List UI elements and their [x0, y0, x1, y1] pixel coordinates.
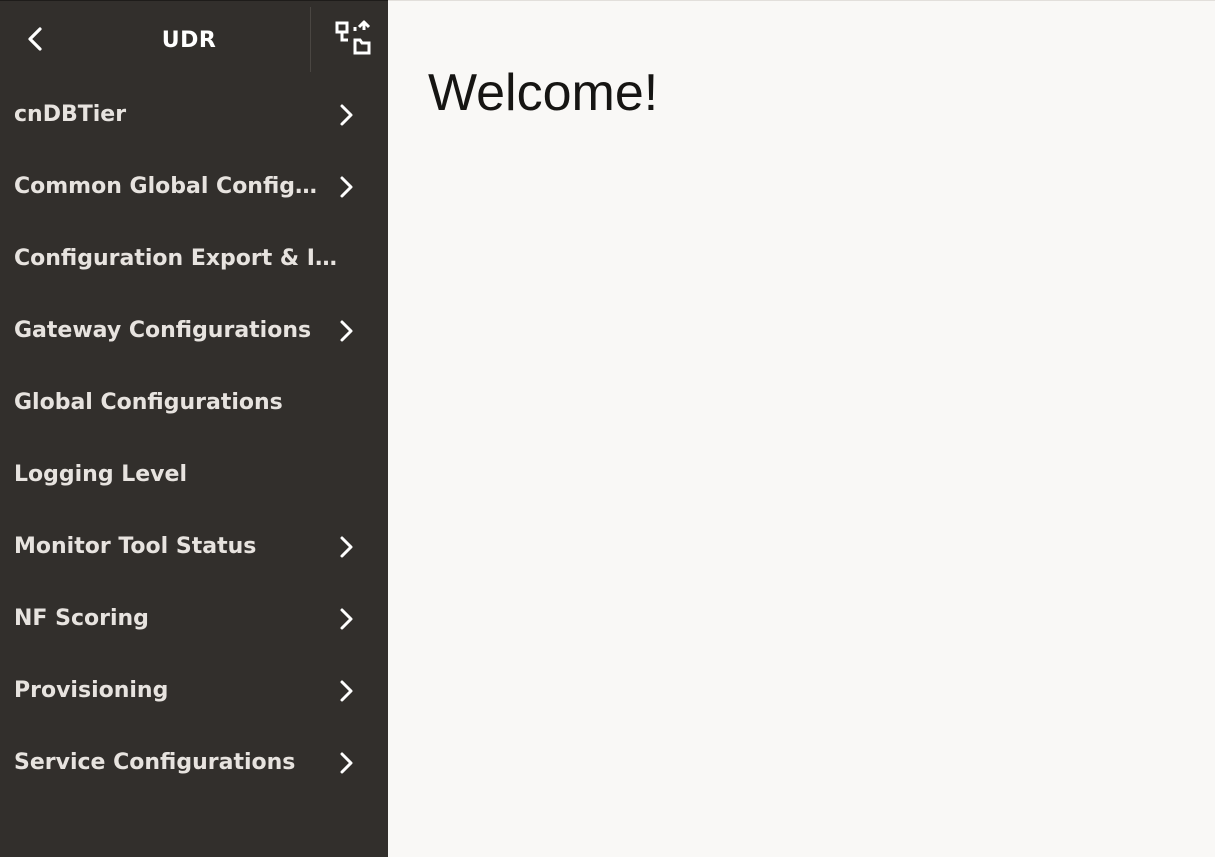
sidebar-item-label: Gateway Configurations [14, 318, 312, 343]
page-title: Welcome! [428, 64, 659, 122]
chevron-left-icon [22, 23, 50, 55]
sidebar-item-label: cnDBTier [14, 102, 127, 127]
sidebar-item-label: Service Configurations [14, 750, 296, 775]
sidebar-item-cndbtier[interactable]: cnDBTier [0, 79, 388, 151]
sidebar-item-label: NF Scoring [14, 606, 149, 631]
sidebar-item-common-global-configurations[interactable]: Common Global Configurations [0, 151, 388, 223]
sidebar-item-label: Global Configurations [14, 390, 283, 415]
sidebar-title: UDR [161, 28, 217, 53]
main-content: Welcome! [388, 0, 1215, 857]
header-divider [310, 7, 311, 72]
switch-view-button[interactable] [334, 19, 374, 59]
chevron-right-icon [336, 606, 356, 632]
sidebar-item-global-configurations[interactable]: Global Configurations [0, 367, 388, 439]
nav-list: cnDBTier Common Global Configurations Co… [0, 79, 388, 799]
app-window: UDR cnDBTier Common Global Configur Conf… [0, 0, 1215, 857]
sidebar-item-configuration-export-import[interactable]: Configuration Export & Import [0, 223, 388, 295]
sidebar-item-service-configurations[interactable]: Service Configurations [0, 727, 388, 799]
chevron-right-icon [336, 534, 356, 560]
sidebar-item-label: Common Global Configurations [14, 174, 326, 199]
sidebar-item-monitor-tool-status[interactable]: Monitor Tool Status [0, 511, 388, 583]
chevron-right-icon [336, 678, 356, 704]
sidebar-item-label: Configuration Export & Import [14, 246, 344, 271]
chevron-right-icon [336, 318, 356, 344]
sidebar-item-label: Logging Level [14, 462, 187, 487]
chevron-right-icon [336, 750, 356, 776]
sidebar-header: UDR [0, 0, 388, 79]
sidebar-item-gateway-configurations[interactable]: Gateway Configurations [0, 295, 388, 367]
switch-view-icon [334, 20, 374, 63]
chevron-right-icon [336, 102, 356, 128]
sidebar-item-provisioning[interactable]: Provisioning [0, 655, 388, 727]
sidebar-item-logging-level[interactable]: Logging Level [0, 439, 388, 511]
sidebar-item-label: Monitor Tool Status [14, 534, 257, 559]
sidebar-item-nf-scoring[interactable]: NF Scoring [0, 583, 388, 655]
sidebar-item-label: Provisioning [14, 678, 169, 703]
back-button[interactable] [22, 23, 50, 55]
sidebar: UDR cnDBTier Common Global Configur Conf… [0, 0, 388, 857]
chevron-right-icon [336, 174, 356, 200]
